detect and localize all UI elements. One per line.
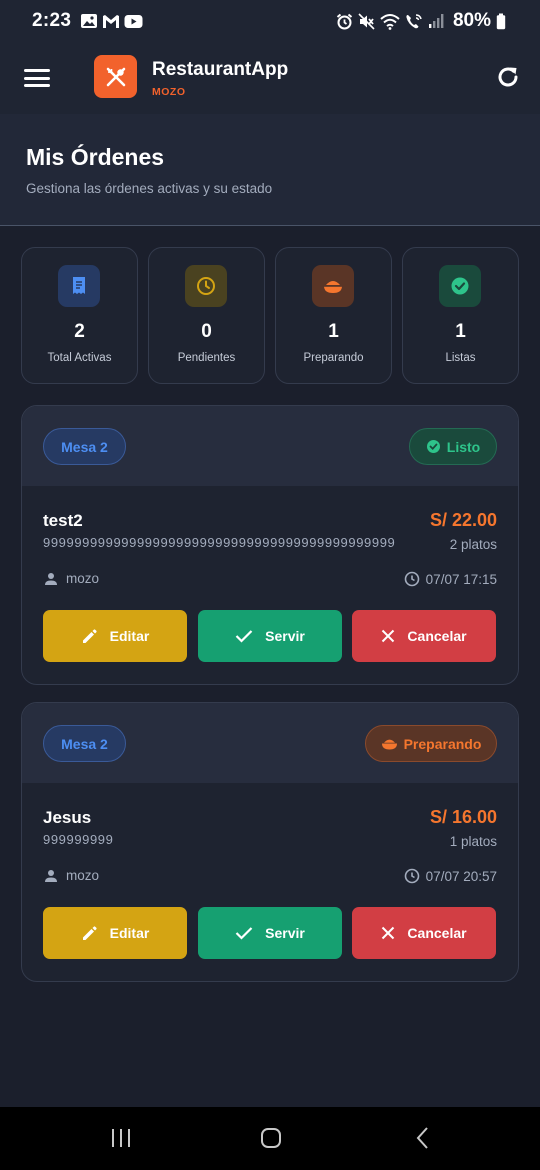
order-card-header: Mesa 2 Listo: [22, 406, 518, 486]
customer-name: test2: [43, 511, 83, 530]
order-card-header: Mesa 2 Preparando: [22, 703, 518, 783]
app-name: RestaurantApp: [152, 59, 289, 80]
page-header: Mis Órdenes Gestiona las órdenes activas…: [0, 114, 540, 226]
menu-icon[interactable]: [24, 69, 50, 87]
waiter-name: mozo: [66, 571, 100, 586]
wifi-calling-icon: [406, 13, 422, 28]
customer-name: Jesus: [43, 808, 92, 827]
status-label: Listo: [446, 438, 481, 455]
gmail-icon: [103, 14, 120, 28]
wifi-icon: [380, 13, 400, 30]
rice-bowl-icon: [381, 739, 397, 750]
check-icon: [235, 630, 253, 643]
waiter-name: mozo: [66, 868, 100, 883]
customer-phone: 999999999: [43, 832, 114, 847]
table-badge: Mesa 2: [43, 725, 126, 762]
cancel-button[interactable]: Cancelar: [352, 610, 496, 662]
check-icon: [235, 927, 253, 940]
order-time: 07/07 20:57: [404, 868, 497, 884]
order-total: S/ 16.00: [429, 807, 497, 827]
clock-icon: [404, 868, 419, 884]
refresh-icon[interactable]: [495, 64, 521, 90]
status-bar: 2:23 80%: [0, 0, 540, 42]
clock-icon: [404, 571, 419, 587]
close-icon: [382, 629, 395, 643]
alarm-icon: [336, 13, 353, 29]
app-header: RestaurantApp MOZO: [0, 42, 540, 114]
stat-card-ready: 1 Listas: [402, 247, 519, 384]
battery-percentage: 80%: [452, 10, 491, 31]
clock-icon: [185, 265, 227, 307]
person-icon: [45, 869, 57, 882]
status-badge: Listo: [409, 428, 497, 465]
stat-card-pending: 0 Pendientes: [148, 247, 265, 384]
order-datetime: 07/07 17:15: [425, 571, 497, 587]
close-icon: [382, 926, 395, 940]
rice-bowl-icon: [312, 265, 354, 307]
stat-value: 1: [455, 321, 466, 342]
order-time: 07/07 17:15: [404, 571, 497, 587]
person-icon: [45, 572, 57, 585]
plates-count: 1 platos: [449, 834, 497, 849]
plates-count: 2 platos: [449, 537, 497, 552]
customer-phone: 9999999999999999999999999999999999999999…: [43, 535, 396, 550]
stat-card-preparing: 1 Preparando: [275, 247, 392, 384]
cancel-button[interactable]: Cancelar: [352, 907, 496, 959]
gallery-icon: [81, 14, 98, 28]
stat-value: 1: [328, 321, 339, 342]
stat-value: 0: [201, 321, 212, 342]
stat-value: 2: [74, 321, 85, 342]
signal-icon: [428, 14, 444, 28]
recent-apps-icon[interactable]: [106, 1125, 136, 1151]
status-badge: Preparando: [365, 725, 497, 762]
check-circle-icon: [426, 440, 440, 453]
system-navigation-bar: [0, 1107, 540, 1170]
waiter-info: mozo: [44, 571, 99, 586]
page-subtitle: Gestiona las órdenes activas y su estado: [26, 181, 273, 196]
mute-icon: [358, 12, 375, 30]
serve-label: Servir: [265, 925, 305, 941]
order-total: S/ 22.00: [429, 510, 497, 530]
user-role: MOZO: [152, 86, 186, 98]
receipt-icon: [58, 265, 100, 307]
order-card: Mesa 2 Preparando Jesus 999999999 S/ 16.…: [21, 702, 519, 982]
edit-button[interactable]: Editar: [43, 610, 187, 662]
page-title: Mis Órdenes: [26, 144, 165, 170]
restaurant-logo-icon: [94, 55, 137, 98]
cancel-label: Cancelar: [407, 628, 467, 644]
home-icon[interactable]: [256, 1125, 286, 1151]
table-badge: Mesa 2: [43, 428, 126, 465]
serve-button[interactable]: Servir: [198, 907, 342, 959]
clock-time: 2:23: [32, 10, 72, 31]
youtube-icon: [124, 14, 143, 28]
order-datetime: 07/07 20:57: [425, 868, 497, 884]
serve-label: Servir: [265, 628, 305, 644]
status-label: Preparando: [403, 735, 482, 752]
pencil-icon: [82, 925, 97, 940]
stat-label: Total Activas: [47, 352, 112, 364]
back-icon[interactable]: [408, 1125, 438, 1151]
stat-card-total: 2 Total Activas: [21, 247, 138, 384]
waiter-info: mozo: [44, 868, 99, 883]
serve-button[interactable]: Servir: [198, 610, 342, 662]
stat-label: Pendientes: [177, 352, 236, 364]
edit-label: Editar: [109, 628, 150, 644]
cancel-label: Cancelar: [407, 925, 467, 941]
check-circle-icon: [439, 265, 481, 307]
edit-label: Editar: [109, 925, 150, 941]
stat-label: Preparando: [303, 352, 364, 364]
stat-label: Listas: [445, 352, 476, 364]
pencil-icon: [82, 628, 97, 643]
order-card: Mesa 2 Listo test2 999999999999999999999…: [21, 405, 519, 685]
battery-icon: [496, 13, 506, 29]
edit-button[interactable]: Editar: [43, 907, 187, 959]
